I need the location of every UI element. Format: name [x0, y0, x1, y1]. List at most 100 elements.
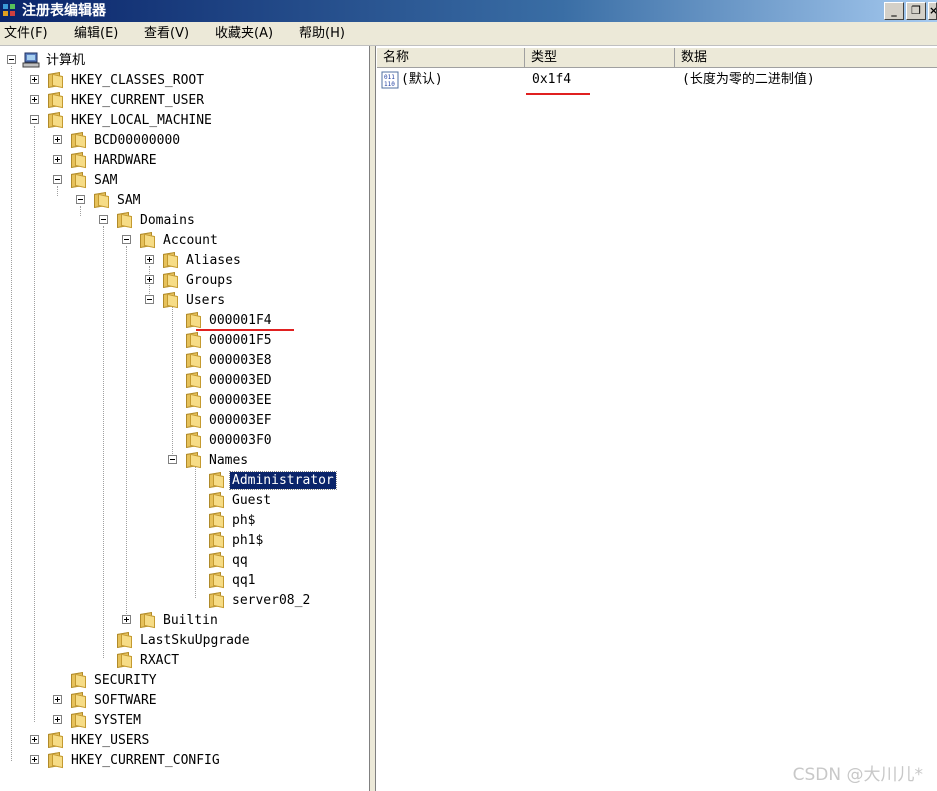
expand-icon[interactable] — [30, 95, 39, 104]
tree-node-name-key[interactable]: ph$ — [0, 510, 360, 530]
tree-node-name-key[interactable]: ph1$ — [0, 530, 360, 550]
column-header-name[interactable]: 名称 — [377, 48, 525, 68]
tree-node-security[interactable]: SECURITY — [0, 670, 260, 690]
svg-text:011: 011 — [384, 74, 395, 81]
binary-value-icon: 011 110 — [381, 71, 399, 89]
tree-node-user-key[interactable]: 000003EE — [0, 390, 300, 410]
value-type: 0x1f4 — [532, 72, 572, 87]
collapse-icon[interactable] — [7, 55, 16, 64]
expand-icon[interactable] — [30, 755, 39, 764]
menu-help[interactable]: 帮助(H) — [299, 25, 345, 43]
tree-node-groups[interactable]: Groups — [0, 270, 260, 290]
expand-icon[interactable] — [145, 275, 154, 284]
folder-icon — [116, 651, 134, 669]
tree-node-hardware[interactable]: HARDWARE — [0, 150, 260, 170]
expand-icon[interactable] — [145, 255, 154, 264]
folder-icon — [70, 151, 88, 169]
menu-favorites[interactable]: 收藏夹(A) — [215, 25, 273, 43]
expand-icon[interactable] — [30, 75, 39, 84]
column-header-type[interactable]: 类型 — [525, 48, 675, 68]
tree-node-name-key[interactable]: qq1 — [0, 570, 360, 590]
window-title: 注册表编辑器 — [22, 3, 106, 19]
tree-node-computer[interactable]: 计算机 — [0, 50, 200, 70]
expand-icon[interactable] — [30, 735, 39, 744]
menu-file[interactable]: 文件(F) — [4, 25, 48, 43]
tree-node-users[interactable]: Users — [0, 290, 260, 310]
tree-label: 000001F5 — [209, 333, 272, 348]
tree-node-sam-sam[interactable]: SAM — [0, 190, 260, 210]
menu-view[interactable]: 查看(V) — [144, 25, 189, 43]
tree-label: SAM — [94, 173, 118, 188]
collapse-icon[interactable] — [145, 295, 154, 304]
expand-icon[interactable] — [53, 695, 62, 704]
tree-label: ph$ — [232, 513, 256, 528]
value-name[interactable]: (默认) — [401, 71, 443, 89]
pane-splitter[interactable] — [370, 46, 376, 791]
values-list[interactable]: 名称 类型 数据 011 110 (默认) 0x1f4 (长度为零的二进制值) — [377, 46, 937, 791]
tree-node-hkcu[interactable]: HKEY_CURRENT_USER — [0, 90, 260, 110]
restore-button[interactable]: ❐ — [906, 2, 926, 20]
expand-icon[interactable] — [122, 615, 131, 624]
folder-icon — [185, 371, 203, 389]
tree-node-user-key[interactable]: 000003F0 — [0, 430, 300, 450]
collapse-icon[interactable] — [30, 115, 39, 124]
expand-icon[interactable] — [53, 715, 62, 724]
tree-node-user-key[interactable]: 000003E8 — [0, 350, 300, 370]
collapse-icon[interactable] — [99, 215, 108, 224]
tree-label: 000001F4 — [209, 313, 272, 328]
watermark: CSDN @大川儿* — [792, 765, 923, 785]
tree-label: 000003E8 — [209, 353, 272, 368]
minimize-button[interactable]: _ — [884, 2, 904, 20]
collapse-icon[interactable] — [168, 455, 177, 464]
tree-label: qq1 — [232, 573, 256, 588]
tree-label: SOFTWARE — [94, 693, 157, 708]
menu-edit[interactable]: 编辑(E) — [74, 25, 118, 43]
close-button[interactable]: × — [928, 2, 937, 20]
tree-node-software[interactable]: SOFTWARE — [0, 690, 260, 710]
collapse-icon[interactable] — [53, 175, 62, 184]
tree-node-user-key[interactable]: 000001F5 — [0, 330, 300, 350]
tree-node-builtin[interactable]: Builtin — [0, 610, 300, 630]
column-header-data[interactable]: 数据 — [675, 48, 937, 68]
tree-node-hku[interactable]: HKEY_USERS — [0, 730, 260, 750]
tree-node-names[interactable]: Names — [0, 450, 300, 470]
tree-node-name-key[interactable]: server08_2 — [0, 590, 360, 610]
tree-node-user-key[interactable]: 000001F4 — [0, 310, 300, 330]
tree-node-user-key[interactable]: 000003EF — [0, 410, 300, 430]
tree-node-bcd[interactable]: BCD00000000 — [0, 130, 260, 150]
tree-node-name-key[interactable]: qq — [0, 550, 360, 570]
tree-label: Guest — [232, 493, 272, 508]
folder-icon — [185, 331, 203, 349]
tree-node-hkcr[interactable]: HKEY_CLASSES_ROOT — [0, 70, 260, 90]
tree-node-user-key[interactable]: 000003ED — [0, 370, 300, 390]
tree-node-account[interactable]: Account — [0, 230, 260, 250]
folder-icon — [47, 111, 65, 129]
tree-label: Builtin — [163, 613, 218, 628]
tree-label: Account — [163, 233, 218, 248]
tree-node-domains[interactable]: Domains — [0, 210, 260, 230]
registry-tree[interactable]: 计算机 HKEY_CLASSES_ROOT HKEY_CURRENT_USER … — [0, 46, 370, 791]
tree-node-name-key[interactable]: Administrator — [0, 470, 360, 490]
tree-node-name-key[interactable]: Guest — [0, 490, 360, 510]
folder-icon — [139, 231, 157, 249]
folder-icon — [93, 191, 111, 209]
tree-node-aliases[interactable]: Aliases — [0, 250, 260, 270]
tree-label: 000003EE — [209, 393, 272, 408]
collapse-icon[interactable] — [122, 235, 131, 244]
folder-icon — [47, 71, 65, 89]
folder-icon — [47, 751, 65, 769]
expand-icon[interactable] — [53, 135, 62, 144]
folder-icon — [47, 91, 65, 109]
folder-icon — [70, 711, 88, 729]
tree-node-rxact[interactable]: RXACT — [0, 650, 300, 670]
folder-icon — [185, 411, 203, 429]
tree-node-hklm[interactable]: HKEY_LOCAL_MACHINE — [0, 110, 260, 130]
tree-node-sam[interactable]: SAM — [0, 170, 260, 190]
tree-node-system[interactable]: SYSTEM — [0, 710, 260, 730]
tree-label: HKEY_CURRENT_CONFIG — [71, 753, 220, 768]
tree-label: HKEY_LOCAL_MACHINE — [71, 113, 212, 128]
tree-node-lastskuupgrade[interactable]: LastSkuUpgrade — [0, 630, 300, 650]
tree-node-hkcc[interactable]: HKEY_CURRENT_CONFIG — [0, 750, 260, 770]
collapse-icon[interactable] — [76, 195, 85, 204]
expand-icon[interactable] — [53, 155, 62, 164]
